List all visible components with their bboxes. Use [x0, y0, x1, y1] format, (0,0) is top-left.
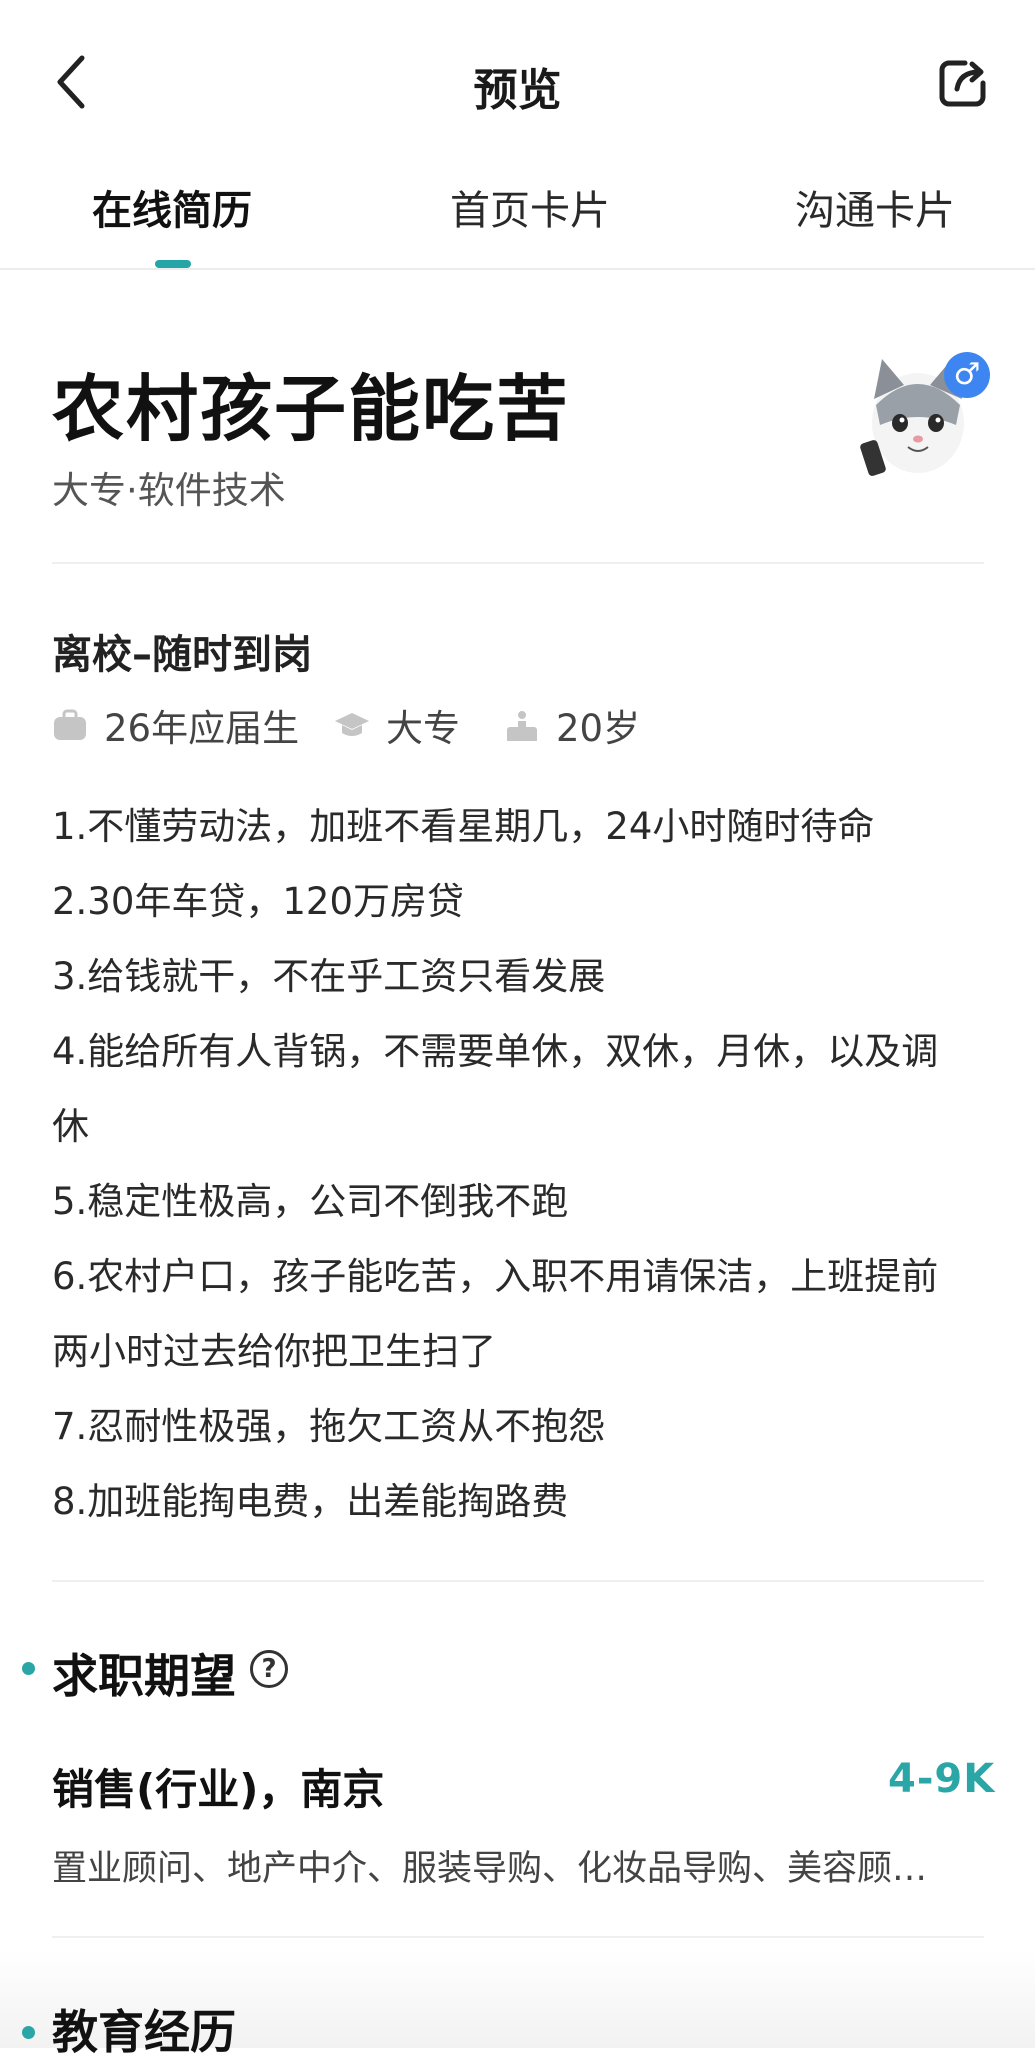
advantage-line: 两小时过去给你把卫生扫了 — [52, 1330, 496, 1373]
briefcase-icon — [54, 709, 86, 740]
advantage-line: 2.30年车贷，120万房贷 — [52, 880, 465, 923]
graduation-cap-icon — [335, 713, 369, 736]
advantage-line: 8.加班能掏电费，出差能掏路费 — [52, 1480, 569, 1523]
meta-graduate: 26年应届生 — [52, 698, 299, 752]
advantage-line: 4.能给所有人背锅，不需要单休，双休，月休，以及调 — [52, 1030, 939, 1073]
advantage-line: 休 — [52, 1105, 89, 1148]
tab-bar: 在线简历 首页卡片 沟通卡片 — [0, 170, 1035, 270]
meta-age: 20岁 — [504, 698, 640, 752]
tab-home-card[interactable]: 首页卡片 — [450, 178, 610, 236]
availability-status: 离校–随时到岗 — [52, 632, 312, 678]
section-dot — [22, 2026, 35, 2039]
section-dot — [22, 1662, 35, 1675]
education-label: 大专 — [386, 707, 460, 750]
active-tab-indicator — [155, 260, 191, 268]
job-expectation-title: 求职期望 — [52, 1649, 236, 1703]
tab-chat-card[interactable]: 沟通卡片 — [795, 178, 955, 236]
advantage-line: 5.稳定性极高，公司不倒我不跑 — [52, 1180, 569, 1223]
advantage-line: 1.不懂劳动法，加班不看星期几，24小时随时待命 — [52, 805, 875, 848]
education-title: 教育经历 — [52, 2005, 236, 2059]
expected-salary: 4-9K — [888, 1756, 996, 1802]
advantage-line: 3.给钱就干，不在乎工资只看发展 — [52, 955, 606, 998]
top-bar: 预览 在线简历 首页卡片 沟通卡片 — [0, 0, 1035, 270]
divider — [52, 1936, 984, 1938]
gender-male-icon: ♂ — [944, 352, 990, 398]
divider — [52, 562, 984, 564]
help-icon[interactable]: ? — [250, 1650, 288, 1688]
expected-positions: 置业顾问、地产中介、服装导购、化妆品导购、美容顾… — [52, 1849, 928, 1889]
candidate-name: 农村孩子能吃苦 — [52, 367, 571, 451]
share-button[interactable] — [935, 55, 991, 111]
graduate-label: 26年应届生 — [104, 707, 300, 750]
expected-job-title[interactable]: 销售(行业)，南京 — [52, 1756, 384, 1817]
divider — [52, 1580, 984, 1582]
advantage-line: 7.忍耐性极强，拖欠工资从不抱怨 — [52, 1405, 606, 1448]
age-label: 20岁 — [556, 707, 641, 750]
person-icon — [507, 711, 537, 741]
meta-education: 大专 — [334, 698, 460, 752]
page-title: 预览 — [473, 65, 562, 116]
share-icon — [939, 60, 986, 107]
education-major: 大专·软件技术 — [52, 469, 286, 512]
tab-online-resume[interactable]: 在线简历 — [92, 178, 252, 236]
advantage-line: 6.农村户口，孩子能吃苦，入职不用请保洁，上班提前 — [52, 1255, 939, 1298]
